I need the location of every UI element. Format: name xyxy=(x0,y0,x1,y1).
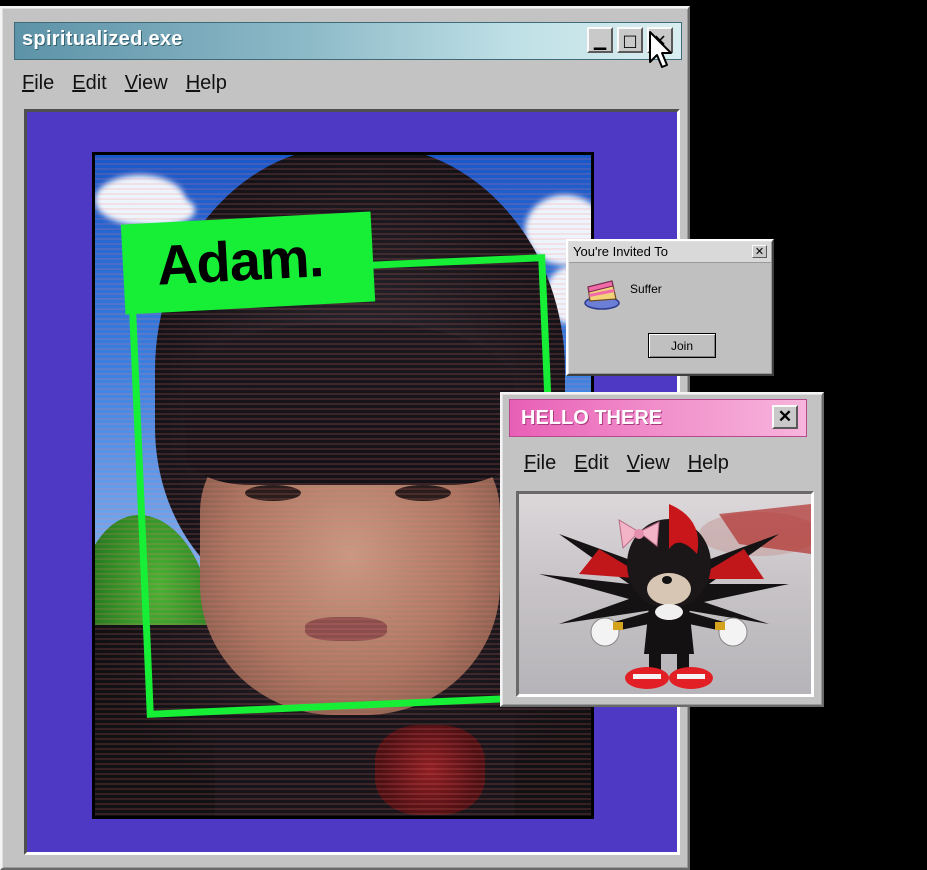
hello-close-button[interactable]: ✕ xyxy=(772,405,798,429)
cake-icon xyxy=(584,280,620,310)
invite-title-bar[interactable]: You're Invited To ✕ xyxy=(569,242,771,263)
name-label: Adam. xyxy=(120,211,376,315)
join-button[interactable]: Join xyxy=(648,333,716,358)
menu-file[interactable]: File xyxy=(524,452,556,475)
close-icon: ✕ xyxy=(754,246,765,258)
close-icon: ✕ xyxy=(777,407,793,426)
hello-window: HELLO THERE ✕ File Edit View Help xyxy=(500,392,824,707)
invite-close-button[interactable]: ✕ xyxy=(752,245,767,258)
character-image xyxy=(516,491,814,697)
minimize-icon: ▁ xyxy=(593,30,607,50)
mouse-cursor-icon xyxy=(649,31,672,68)
hello-menu-bar: File Edit View Help xyxy=(524,452,747,475)
main-window-title: spiritualized.exe xyxy=(22,28,183,50)
green-frame xyxy=(127,254,565,718)
main-menu-bar: File Edit View Help xyxy=(22,72,245,95)
menu-view[interactable]: View xyxy=(627,452,670,475)
menu-edit[interactable]: Edit xyxy=(72,72,106,95)
invite-dialog: You're Invited To ✕ Suffer Join xyxy=(566,239,774,376)
name-label-text: Adam. xyxy=(155,225,325,297)
join-button-label: Join xyxy=(670,338,693,353)
hello-title-bar[interactable]: HELLO THERE ✕ xyxy=(509,399,807,437)
menu-help[interactable]: Help xyxy=(186,72,227,95)
menu-view[interactable]: View xyxy=(125,72,168,95)
invite-event-name: Suffer xyxy=(630,282,662,296)
menu-edit[interactable]: Edit xyxy=(574,452,608,475)
hello-window-title: HELLO THERE xyxy=(521,407,663,429)
menu-file[interactable]: File xyxy=(22,72,54,95)
main-title-bar[interactable]: spiritualized.exe ▁ □ ✕ xyxy=(14,22,682,60)
minimize-button[interactable]: ▁ xyxy=(587,27,613,53)
maximize-icon: □ xyxy=(622,30,638,50)
menu-help[interactable]: Help xyxy=(688,452,729,475)
hedgehog-character xyxy=(539,504,811,689)
invite-title: You're Invited To xyxy=(573,244,668,259)
maximize-button[interactable]: □ xyxy=(617,27,643,53)
